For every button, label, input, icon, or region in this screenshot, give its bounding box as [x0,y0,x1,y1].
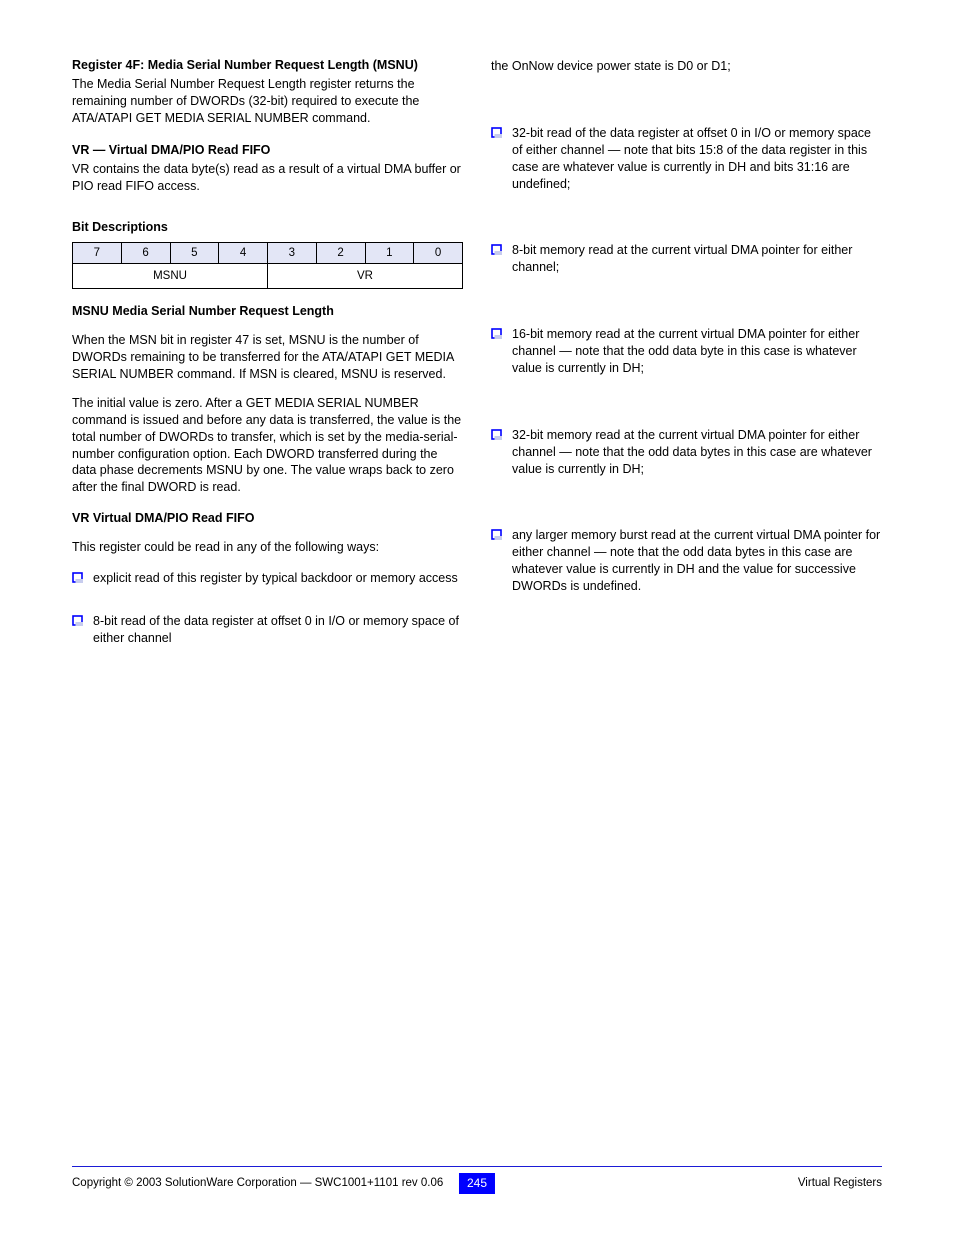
vr-desc: VR contains the data byte(s) read as a r… [72,161,463,195]
bullet-icon [491,529,502,595]
left-column: Register 4F: Media Serial Number Request… [72,58,463,647]
bit-head: 5 [170,243,219,264]
right-bullet-5: any larger memory burst read at the curr… [512,527,882,595]
vr-line: This register could be read in any of th… [72,539,463,556]
footer-rule [72,1166,882,1167]
bullet-icon [491,127,502,193]
bullet-icon [491,244,502,276]
right-bullets: 32-bit read of the data register at offs… [491,125,882,595]
bit-cell: MSNU [73,264,268,289]
right-bullet-3: 16-bit memory read at the current virtua… [512,326,882,377]
table-row: MSNU VR [73,264,463,289]
vr-head: VR Virtual DMA/PIO Read FIFO [72,510,463,527]
bit-head: 2 [316,243,365,264]
right-bullet-2: 8-bit memory read at the current virtual… [512,242,882,276]
left-bullets: explicit read of this register by typica… [72,570,463,647]
register-label: Register 4F: Media Serial Number Request… [72,58,463,72]
msnu-head: MSNU Media Serial Number Request Length [72,303,463,320]
page-footer: Copyright © 2003 SolutionWare Corporatio… [72,1166,882,1189]
right-bullet-4: 32-bit memory read at the current virtua… [512,427,882,478]
bits-title: Bit Descriptions [72,220,463,234]
bit-head: 4 [219,243,268,264]
bit-cell: VR [268,264,463,289]
vr-block: VR — Virtual DMA/PIO Read FIFO VR contai… [72,143,463,195]
bullet-icon [72,572,83,587]
left-bullet-2: 8-bit read of the data register at offse… [93,613,463,647]
vr-desc-block: VR Virtual DMA/PIO Read FIFO This regist… [72,510,463,556]
bit-head: 6 [121,243,170,264]
vr-title: VR — Virtual DMA/PIO Read FIFO [72,143,463,157]
page-number: 245 [459,1173,495,1194]
right-bullet-1: 32-bit read of the data register at offs… [512,125,882,193]
msnu-p2: The initial value is zero. After a GET M… [72,395,463,496]
register-block: Register 4F: Media Serial Number Request… [72,58,463,127]
register-desc: The Media Serial Number Request Length r… [72,76,463,127]
bit-head: 7 [73,243,122,264]
table-row: 7 6 5 4 3 2 1 0 [73,243,463,264]
bit-table: 7 6 5 4 3 2 1 0 MSNU VR [72,242,463,289]
right-column: the OnNow device power state is D0 or D1… [491,58,882,647]
bit-head: 3 [268,243,317,264]
footer-right: Virtual Registers [798,1177,882,1189]
msnu-block: MSNU Media Serial Number Request Length … [72,303,463,496]
footer-left: Copyright © 2003 SolutionWare Corporatio… [72,1177,443,1189]
bit-head: 0 [414,243,463,264]
bullet-icon [491,328,502,377]
msnu-p1: When the MSN bit in register 47 is set, … [72,332,463,383]
bullet-icon [491,429,502,478]
bullet-icon [72,615,83,647]
left-bullet-1: explicit read of this register by typica… [93,570,458,587]
bit-head: 1 [365,243,414,264]
right-pre: the OnNow device power state is D0 or D1… [491,58,882,75]
